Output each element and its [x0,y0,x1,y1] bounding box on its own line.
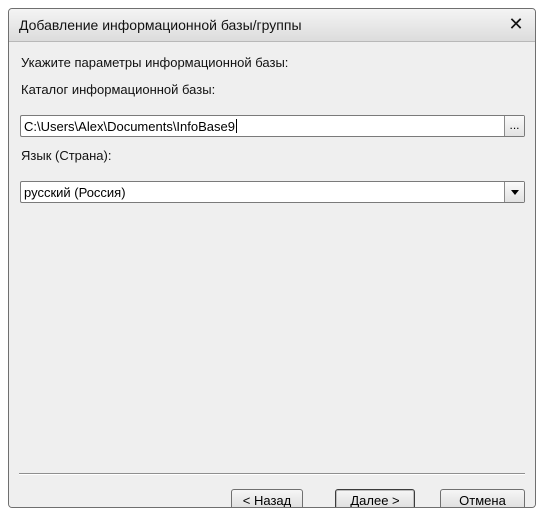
next-button[interactable]: Далее > [335,489,415,508]
language-label: Язык (Страна): [21,148,112,163]
back-button[interactable]: < Назад [231,489,303,508]
dialog-window: Добавление информационной базы/группы ✕ … [8,8,536,508]
cancel-button-label: Отмена [459,493,506,508]
language-select-value: русский (Россия) [24,185,126,200]
browse-button[interactable]: ... [504,116,524,136]
text-caret [235,119,237,133]
close-icon: ✕ [508,14,524,34]
language-select[interactable]: русский (Россия) [20,181,525,203]
catalog-input-value: C:\Users\Alex\Documents\InfoBase9 [24,119,237,134]
dialog-title: Добавление информационной базы/группы [19,17,302,33]
back-button-label: < Назад [242,493,292,508]
close-button[interactable]: ✕ [505,13,527,35]
title-bar: Добавление информационной базы/группы ✕ [9,9,535,42]
catalog-input[interactable]: C:\Users\Alex\Documents\InfoBase9 ... [20,115,525,137]
instruction-text: Укажите параметры информационной базы: [21,55,289,70]
divider [19,473,525,475]
language-dropdown-button[interactable] [504,182,524,202]
next-button-label: Далее > [350,493,400,508]
dialog-content: Укажите параметры информационной базы: К… [9,42,535,507]
catalog-label: Каталог информационной базы: [21,82,216,97]
cancel-button[interactable]: Отмена [440,489,525,508]
chevron-down-icon [510,190,519,195]
browse-button-label: ... [509,118,520,132]
